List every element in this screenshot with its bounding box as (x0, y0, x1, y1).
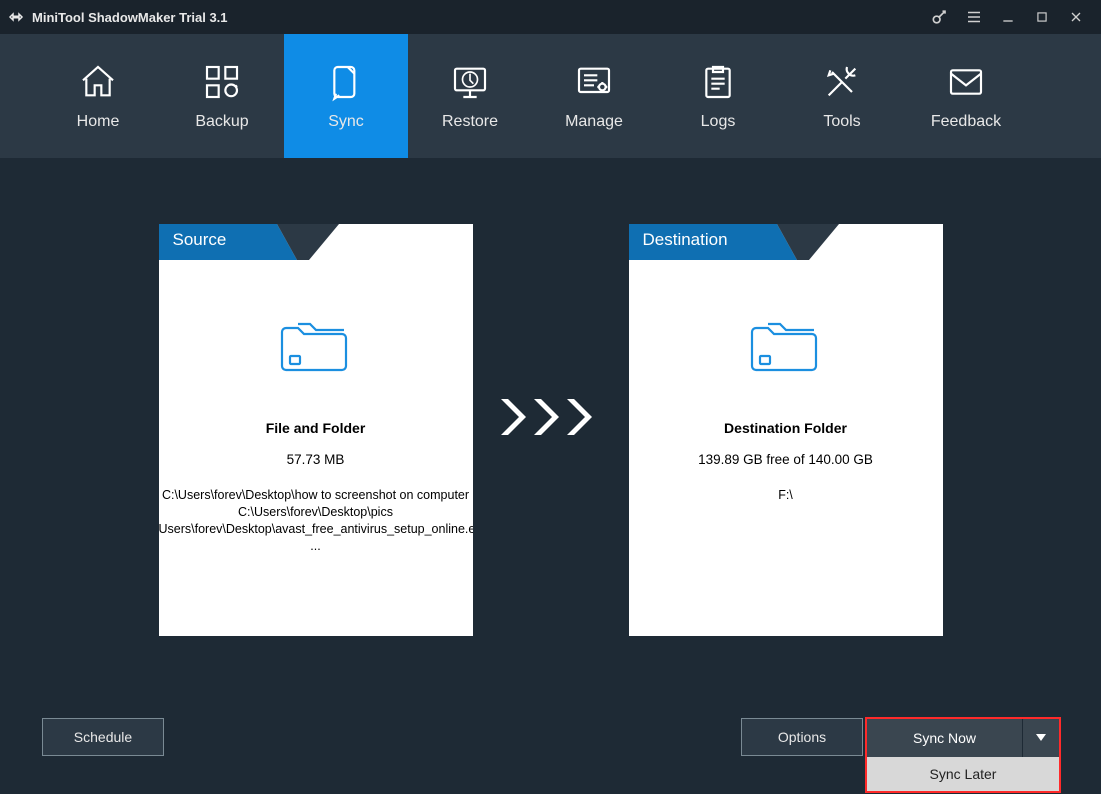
nav-feedback[interactable]: Feedback (904, 34, 1028, 158)
source-header: Source (159, 224, 473, 260)
arrow-icon (473, 394, 629, 440)
maximize-icon[interactable] (1025, 0, 1059, 34)
nav-label: Backup (195, 113, 248, 131)
logs-icon (697, 61, 739, 103)
destination-path: F:\ (629, 487, 943, 504)
title-bar: MiniTool ShadowMaker Trial 3.1 (0, 0, 1101, 34)
nav-logs[interactable]: Logs (656, 34, 780, 158)
nav-label: Tools (823, 113, 860, 131)
destination-header-label: Destination (643, 230, 728, 250)
source-title: File and Folder (159, 420, 473, 436)
sync-button-group: Sync Now Sync Later (865, 717, 1061, 793)
schedule-button[interactable]: Schedule (42, 718, 164, 756)
source-panel[interactable]: Source File and Folder 57.73 MB C:\Users… (159, 224, 473, 636)
nav-label: Manage (565, 113, 623, 131)
destination-title: Destination Folder (629, 420, 943, 436)
nav-label: Sync (328, 113, 364, 131)
source-paths: C:\Users\forev\Desktop\how to screenshot… (159, 487, 473, 555)
source-header-label: Source (173, 230, 227, 250)
nav-sync[interactable]: Sync (284, 34, 408, 158)
menu-icon[interactable] (957, 0, 991, 34)
sync-icon (325, 61, 367, 103)
nav-home[interactable]: Home (36, 34, 160, 158)
sync-now-label: Sync Now (913, 730, 976, 746)
folder-icon (629, 310, 943, 380)
feedback-icon (945, 61, 987, 103)
close-icon[interactable] (1059, 0, 1093, 34)
nav-label: Restore (442, 113, 498, 131)
schedule-label: Schedule (74, 729, 132, 745)
home-icon (77, 61, 119, 103)
nav-label: Logs (701, 113, 736, 131)
destination-panel[interactable]: Destination Destination Folder 139.89 GB… (629, 224, 943, 636)
nav-label: Home (77, 113, 120, 131)
nav-restore[interactable]: Restore (408, 34, 532, 158)
nav-label: Feedback (931, 113, 1001, 131)
sync-dropdown-toggle[interactable] (1023, 719, 1059, 757)
caret-down-icon (1036, 734, 1046, 742)
destination-header: Destination (629, 224, 943, 260)
nav-manage[interactable]: Manage (532, 34, 656, 158)
options-label: Options (778, 729, 826, 745)
main-nav: Home Backup Sync Restore Manage Logs Too… (0, 34, 1101, 158)
nav-backup[interactable]: Backup (160, 34, 284, 158)
destination-size: 139.89 GB free of 140.00 GB (629, 452, 943, 467)
folder-icon (159, 310, 473, 380)
content-area: Source File and Folder 57.73 MB C:\Users… (0, 158, 1101, 700)
footer: Schedule Options Sync Now Sync Later (0, 700, 1101, 794)
sync-later-label: Sync Later (930, 766, 997, 782)
minimize-icon[interactable] (991, 0, 1025, 34)
backup-icon (201, 61, 243, 103)
manage-icon (573, 61, 615, 103)
restore-icon (449, 61, 491, 103)
sync-now-button[interactable]: Sync Now (867, 719, 1023, 757)
app-logo-icon (6, 7, 26, 27)
key-icon[interactable] (923, 0, 957, 34)
source-size: 57.73 MB (159, 452, 473, 467)
sync-later-option[interactable]: Sync Later (867, 757, 1059, 791)
app-title: MiniTool ShadowMaker Trial 3.1 (32, 10, 228, 25)
nav-tools[interactable]: Tools (780, 34, 904, 158)
tools-icon (821, 61, 863, 103)
options-button[interactable]: Options (741, 718, 863, 756)
